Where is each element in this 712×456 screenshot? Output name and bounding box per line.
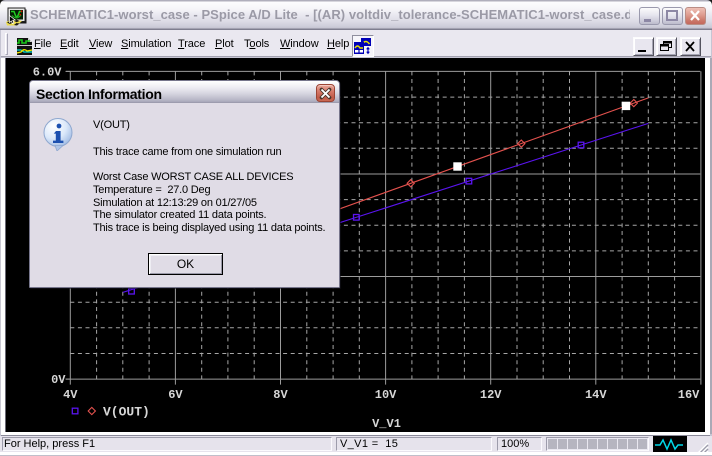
svg-text:8V: 8V xyxy=(273,388,288,402)
svg-text:10V: 10V xyxy=(375,388,397,402)
svg-text:14V: 14V xyxy=(585,388,607,402)
svg-text:12V: 12V xyxy=(480,388,502,402)
svg-text:16V: 16V xyxy=(678,388,700,402)
svg-text:V_V1: V_V1 xyxy=(372,417,401,431)
svg-text:4V: 4V xyxy=(63,388,78,402)
svg-text:0V: 0V xyxy=(51,373,66,387)
svg-text:V(OUT): V(OUT) xyxy=(103,405,150,420)
svg-text:6V: 6V xyxy=(168,388,183,402)
svg-text:6.0V: 6.0V xyxy=(33,65,63,79)
